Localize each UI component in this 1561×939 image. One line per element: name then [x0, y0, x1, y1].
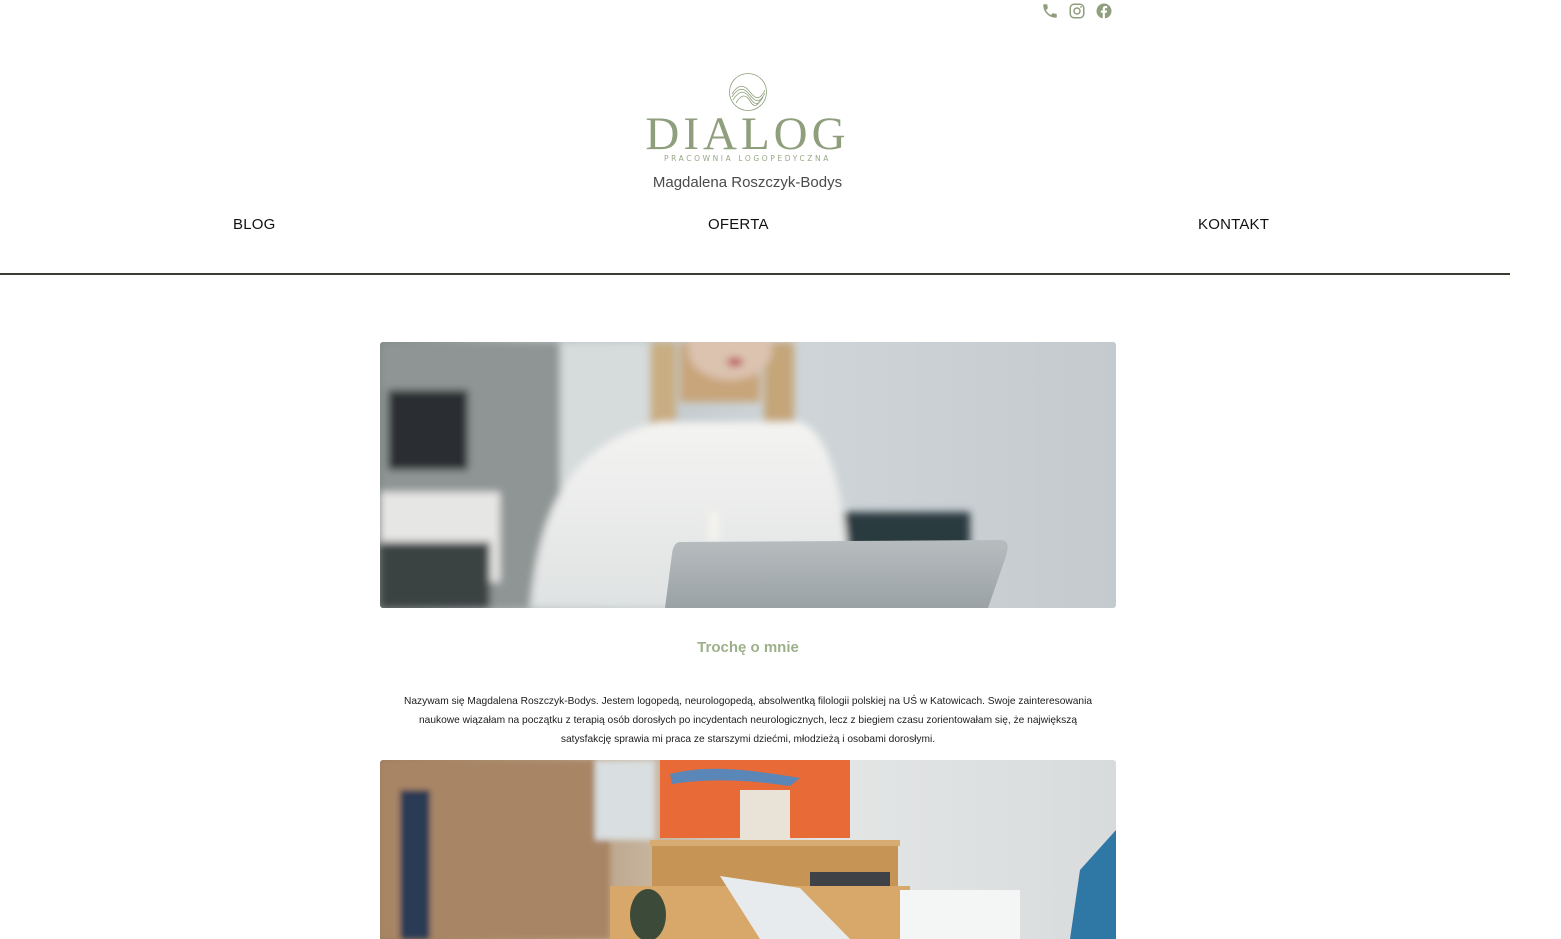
- owner-name: Magdalena Roszczyk-Bodys: [652, 174, 843, 191]
- logo-wordmark: DIALOG: [645, 108, 850, 160]
- instagram-icon[interactable]: [1067, 2, 1086, 21]
- about-text: Nazywam się Magdalena Roszczyk-Bodys. Je…: [403, 696, 1093, 745]
- office-desk-photo: [380, 760, 1116, 939]
- header-divider: [0, 273, 1510, 275]
- phone-icon[interactable]: [1040, 2, 1059, 21]
- nav-item-oferta[interactable]: OFERTA: [708, 216, 769, 233]
- nav-item-blog[interactable]: BLOG: [233, 216, 275, 233]
- main-nav: BLOG OFERTA KONTAKT: [0, 216, 1510, 240]
- site-brand[interactable]: DIALOG PRACOWNIA LOGOPEDYCZNA Magdalena …: [0, 72, 1495, 191]
- logo-tagline: PRACOWNIA LOGOPEDYCZNA: [664, 154, 831, 163]
- about-title: Trochę o mnie: [697, 639, 799, 656]
- nav-item-kontakt[interactable]: KONTAKT: [1198, 216, 1269, 233]
- woman-with-laptop-photo: [380, 342, 1116, 608]
- facebook-icon[interactable]: [1094, 2, 1113, 21]
- logo-emblem-icon: [728, 73, 767, 111]
- social-links: [1040, 0, 1113, 22]
